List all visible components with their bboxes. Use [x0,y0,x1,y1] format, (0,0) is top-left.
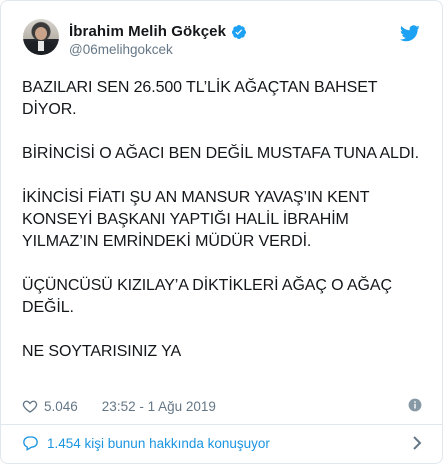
author-avatar[interactable] [23,19,59,55]
author-name[interactable]: İbrahim Melih Gökçek [69,23,226,40]
tweet-paragraph: BAZILARI SEN 26.500 TL’LİK AĞAÇTAN BAHSE… [22,79,382,118]
footer-divider [1,424,442,425]
author-handle[interactable]: @06melihgokcek [69,42,173,57]
heart-icon[interactable] [22,398,38,414]
tweet-timestamp[interactable]: 23:52 - 1 Ağu 2019 [102,399,216,414]
tweet-paragraph: BİRİNCİSİ O AĞACI BEN DEĞİL MUSTAFA TUNA… [22,145,419,162]
tweet-text: BAZILARI SEN 26.500 TL’LİK AĞAÇTAN BAHSE… [22,77,422,385]
conversation-link[interactable]: 1.454 kişi bunun hakkında konuşuyor [22,432,422,454]
like-count[interactable]: 5.046 [44,399,78,414]
tweet-paragraph: NE SOYTARISINIZ YA [22,343,182,360]
avatar-shirt [38,41,44,51]
verified-badge-icon [232,24,247,39]
tweet-header: İbrahim Melih Gökçek @06melihgokcek [1,1,442,65]
twitter-bird-icon[interactable] [400,25,420,42]
chevron-right-icon[interactable] [412,435,422,451]
conversation-label: 1.454 kişi bunun hakkında konuşuyor [47,435,270,451]
author-name-row[interactable]: İbrahim Melih Gökçek [69,23,247,40]
speech-bubble-icon [23,436,38,451]
tweet-paragraph: ÜÇÜNCÜSÜ KIZILAY’A DİKTİKLERİ AĞAÇ O AĞA… [22,277,397,316]
tweet-meta: 5.046 23:52 - 1 Ağu 2019 [22,396,422,416]
tweet-paragraph: İKİNCİSİ FİATI ŞU AN MANSUR YAVAŞ’IN KEN… [22,189,374,250]
info-icon[interactable] [408,398,422,412]
avatar-face [35,27,47,40]
tweet-card: İbrahim Melih Gökçek @06melihgokcek BAZI… [0,0,443,464]
